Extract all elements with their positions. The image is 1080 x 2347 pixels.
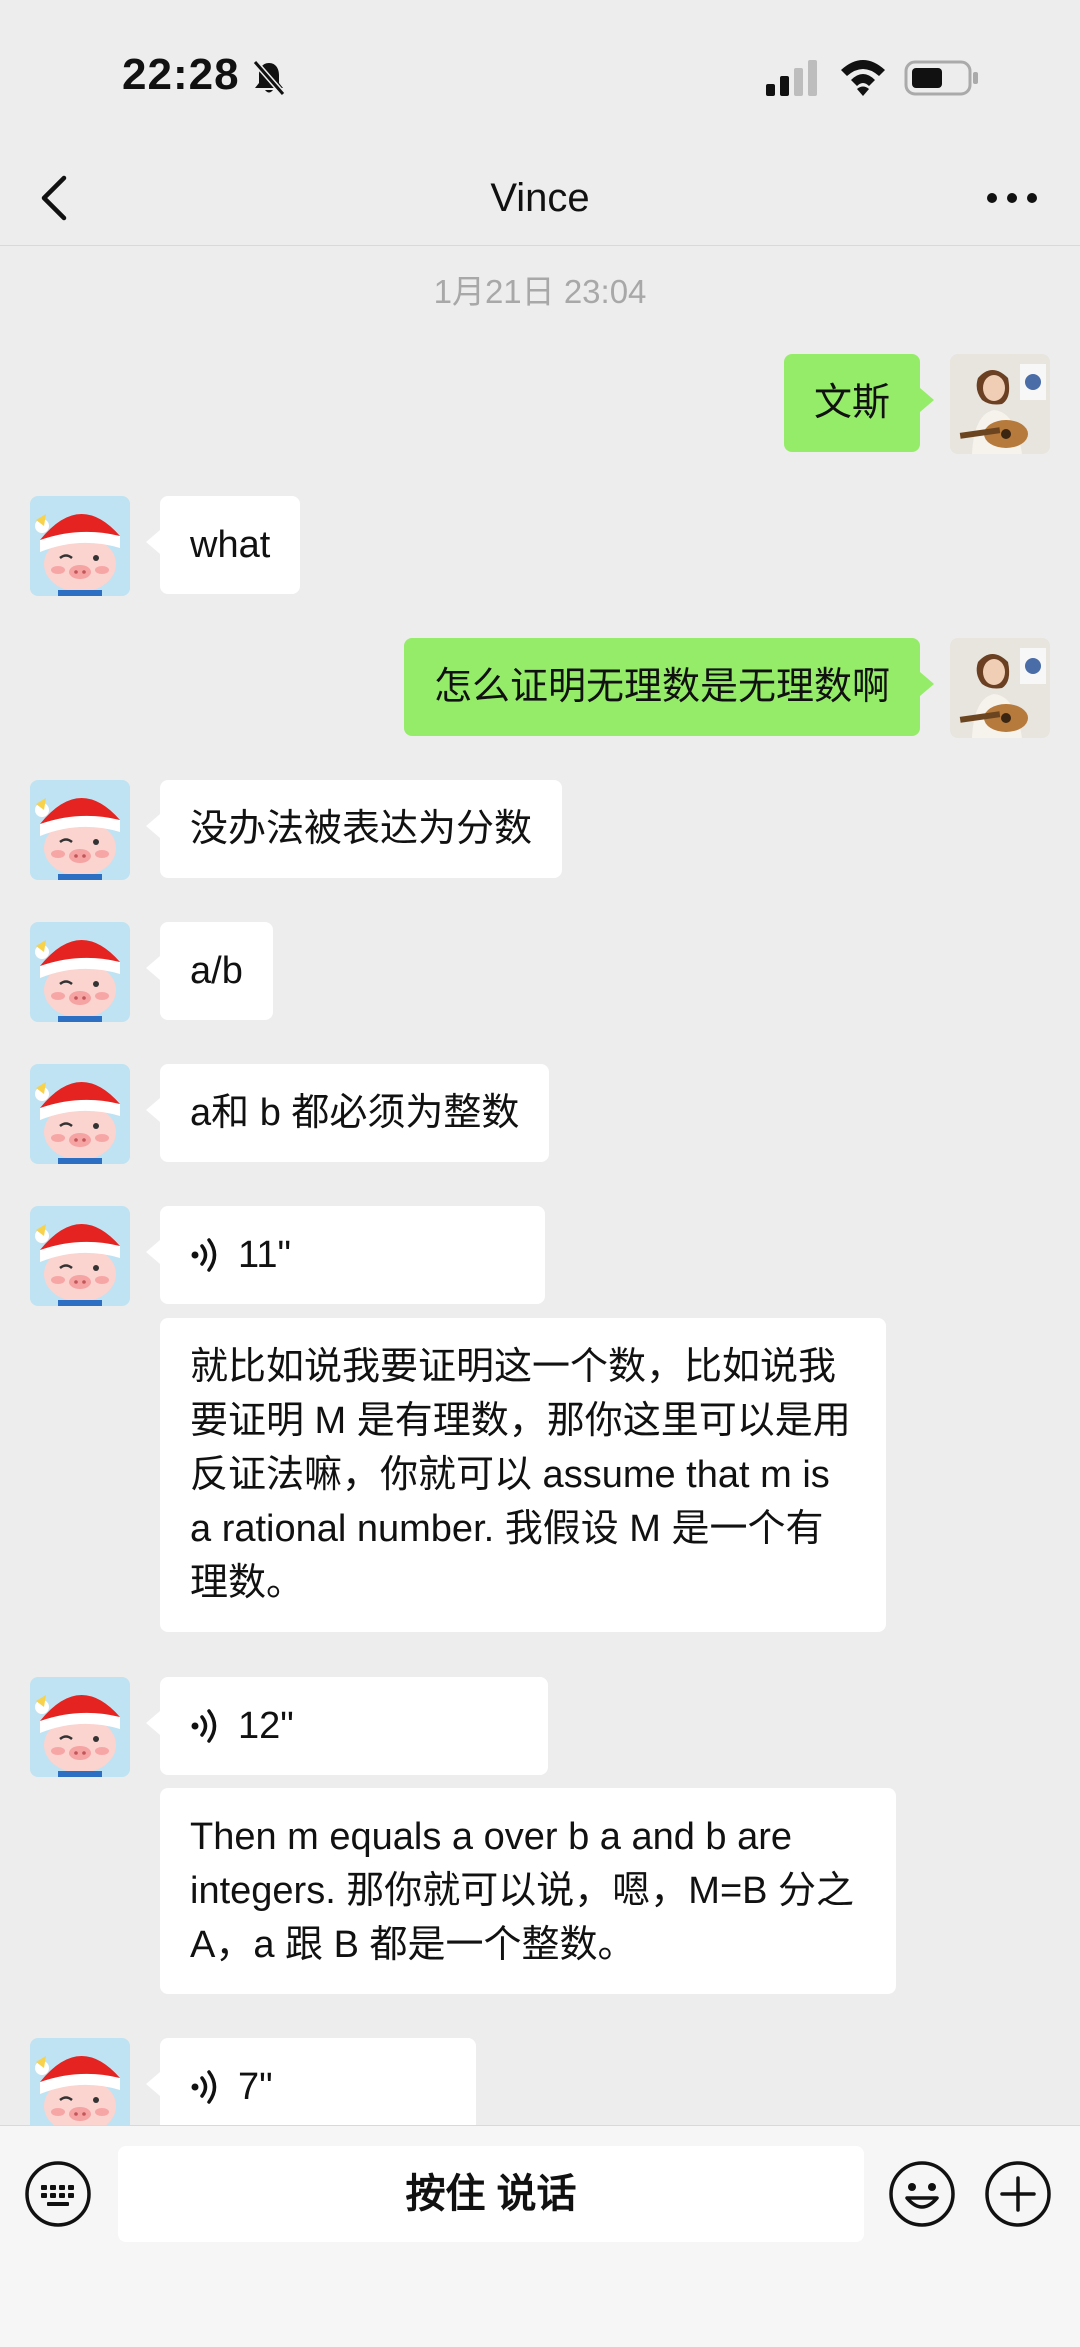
plus-icon[interactable] [984,2160,1052,2228]
my-avatar[interactable] [950,638,1050,738]
status-bar: 22:28 [0,0,1080,150]
voice-message-bubble[interactable]: 11" [146,1206,545,1304]
nav-bar: Vince [0,150,1080,246]
voice-duration: 7" [238,2066,273,2108]
emoji-icon[interactable] [888,2160,956,2228]
incoming-message-bubble[interactable]: a/b [146,922,273,1020]
message-timestamp: 1月21日 23:04 [433,273,647,310]
voice-wave-icon [191,1238,217,1272]
voice-duration: 11" [238,1234,291,1276]
my-avatar[interactable] [950,354,1050,454]
outgoing-message-bubble[interactable]: 怎么证明无理数是无理数啊 [403,638,935,736]
contact-avatar[interactable] [30,1206,130,1306]
incoming-message-bubble[interactable]: what [145,496,301,594]
chat-area[interactable]: 1月21日 23:04 文斯 what 怎么证明无理数是无理数啊 没办法被表达为… [0,247,1080,2125]
outgoing-message-bubble[interactable]: 文斯 [783,354,935,452]
contact-avatar[interactable] [30,780,130,880]
voice-wave-icon [191,2070,217,2104]
hold-to-talk-button[interactable]: 按住 说话 [118,2146,864,2242]
contact-avatar[interactable] [30,1677,130,1777]
voice-transcript[interactable]: 就比如说我要证明这一个数，比如说我要证明 M 是有理数，那你这里可以是用反证法嘛… [160,1318,886,1632]
voice-message-bubble[interactable]: 12" [146,1677,548,1775]
voice-message-bubble[interactable]: 7" [146,2038,476,2125]
keyboard-icon[interactable] [24,2160,92,2228]
wifi-icon [841,60,885,96]
voice-wave-icon [191,1709,217,1743]
contact-avatar[interactable] [30,496,130,596]
incoming-message-bubble[interactable]: a和 b 都必须为整数 [145,1064,550,1162]
contact-avatar[interactable] [30,2038,130,2125]
voice-duration: 12" [238,1705,294,1747]
bell-off-icon [252,60,286,96]
chat-title: Vince [490,176,590,220]
battery-icon [904,60,978,96]
cellular-signal-icon [766,60,817,96]
incoming-message-bubble[interactable]: 没办法被表达为分数 [145,780,563,878]
contact-avatar[interactable] [30,922,130,1022]
more-options-icon[interactable] [984,180,1040,216]
contact-avatar[interactable] [30,1064,130,1164]
status-time: 22:28 [122,50,240,99]
voice-transcript[interactable]: Then m equals a over b a and b are integ… [160,1788,896,1994]
input-bar: 按住 说话 [0,2125,1080,2347]
